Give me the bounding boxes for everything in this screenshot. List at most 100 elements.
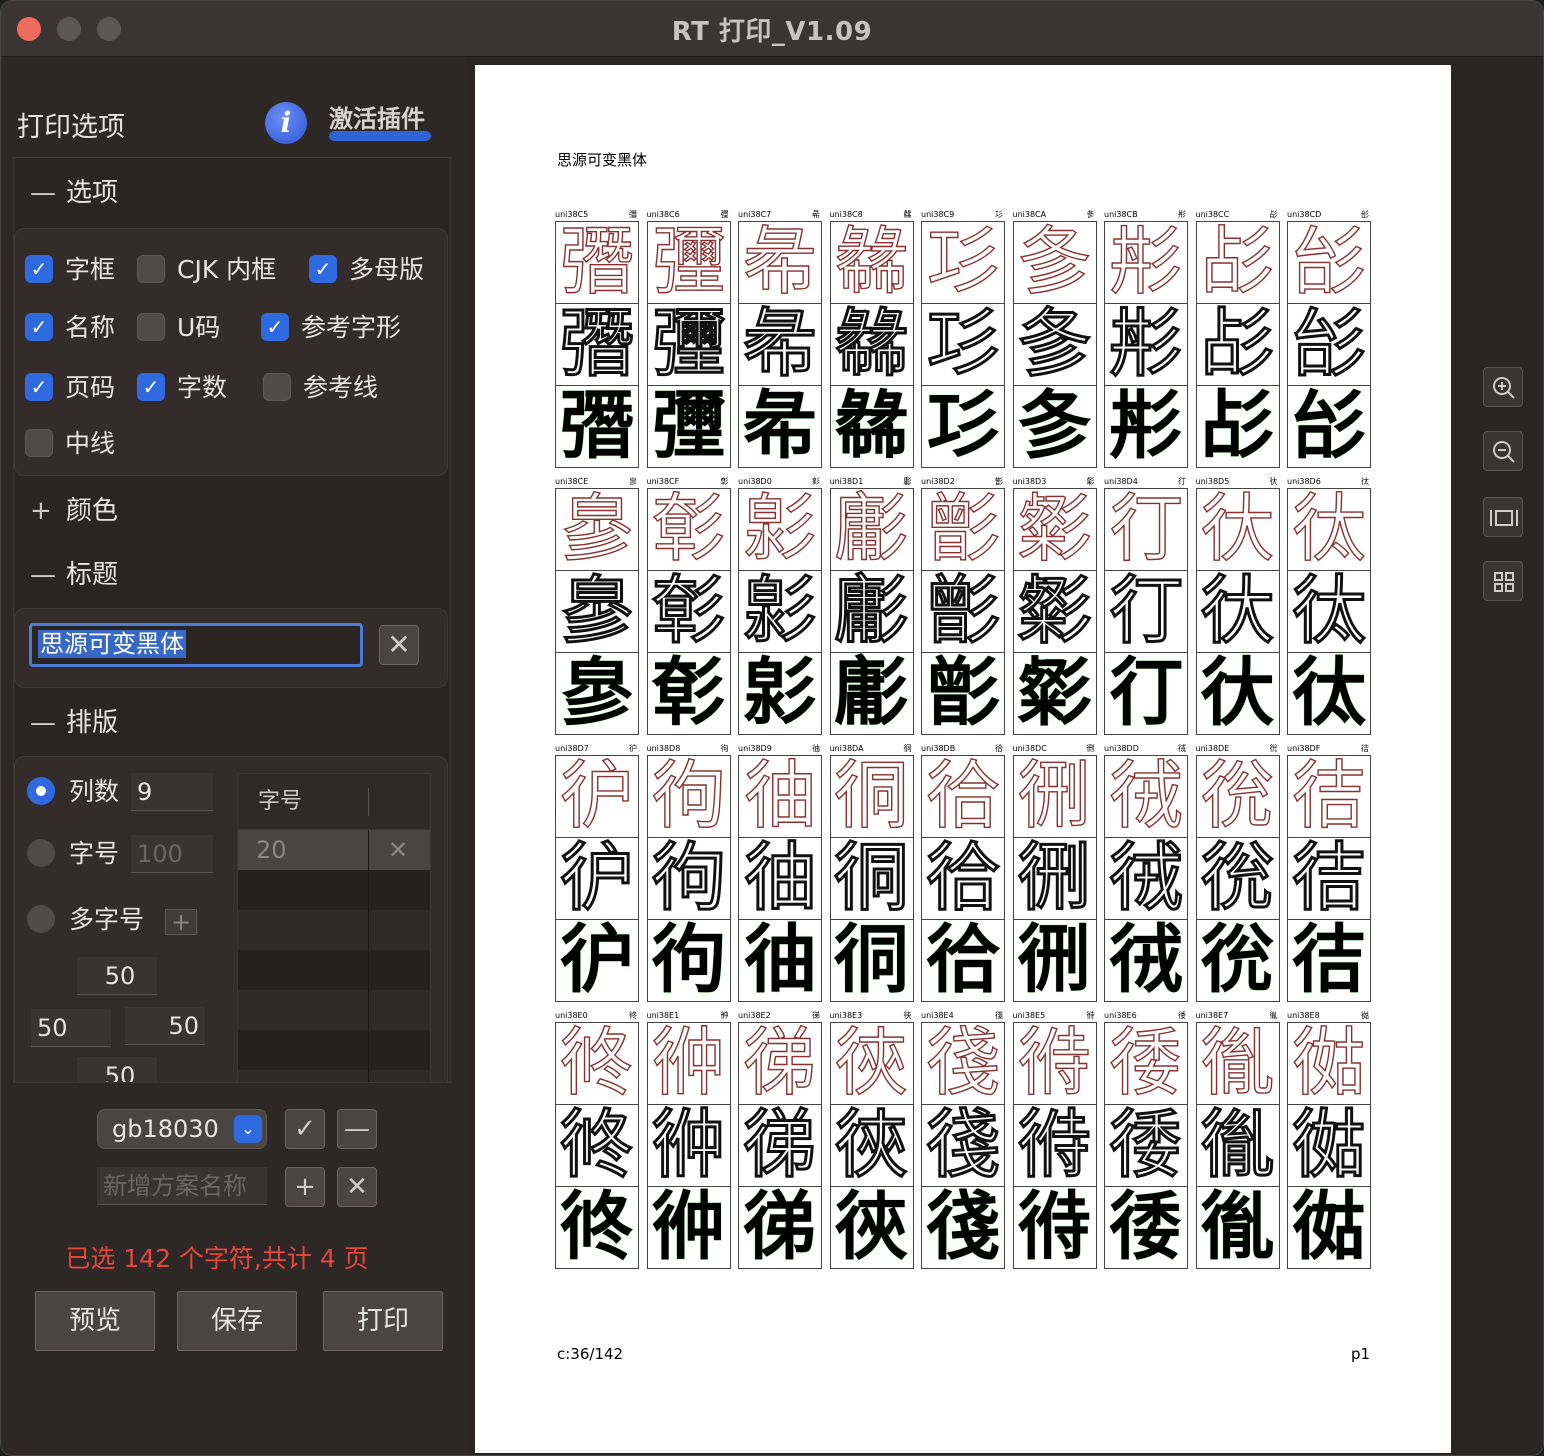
add-preset-button[interactable]: + — [285, 1167, 325, 1207]
glyph-char-small: 㣛 — [995, 744, 1003, 753]
glyph-code: uni38C9 — [921, 210, 955, 219]
glyph-regular-master: 㣋 — [1104, 303, 1188, 386]
checkbox-option[interactable]: ✓ 名称 — [25, 311, 115, 345]
glyph-cell: uni38C8 㣈㣈㣈㣈 — [829, 209, 914, 471]
radio-multi-size[interactable]: 多字号 — [27, 903, 144, 937]
glyph-light-master: 㣟 — [1287, 755, 1371, 838]
checkbox-option[interactable]: ✓ 页码 — [25, 371, 115, 405]
preset-select[interactable]: gb18030 ⌄ — [97, 1109, 267, 1149]
glyph-label: uni38E6 㣦 — [1104, 1010, 1188, 1022]
glyph-code: uni38D3 — [1012, 477, 1047, 486]
fit-width-icon[interactable] — [1483, 497, 1523, 537]
title-input[interactable]: 思源可变黑体 — [29, 623, 363, 667]
glyph-label: uni38CA 㣊 — [1013, 209, 1097, 221]
delete-preset-button[interactable]: ✕ — [337, 1167, 377, 1207]
radio-columns[interactable]: 列数 — [27, 775, 119, 809]
checkbox-option[interactable]: ✓ 参考字形 — [261, 311, 401, 345]
activate-plugin-link[interactable]: 激活插件 — [329, 99, 425, 134]
glyph-cell: uni38DE 㣞㣞㣞㣞 — [1195, 743, 1280, 1005]
glyph-char-small: 㣆 — [720, 210, 729, 219]
margin-left-input[interactable]: 50 — [31, 1009, 111, 1047]
page-number: p1 — [1351, 1345, 1371, 1363]
glyph-regular-master: 㣚 — [829, 837, 914, 920]
panel-header: 打印选项 — [17, 112, 125, 143]
glyph-label: uni38C6 㣆 — [647, 209, 731, 221]
margin-top-input[interactable]: 50 — [77, 957, 157, 995]
checkbox-option[interactable]: U码 — [137, 311, 220, 345]
glyph-cell: uni38CD 㣍㣍㣍㣍 — [1287, 209, 1371, 471]
size-table-header: 字号 — [238, 774, 430, 830]
grid-view-icon[interactable] — [1483, 561, 1523, 601]
glyph-bold-master: 㣛 — [921, 919, 1005, 1002]
checkbox-option[interactable]: ✓ 字框 — [25, 253, 115, 287]
glyph-code: uni38C8 — [829, 210, 863, 219]
preview-button[interactable]: 预览 — [35, 1291, 155, 1351]
checkbox-label: 字框 — [65, 255, 116, 284]
glyph-char-small: 㣍 — [1361, 210, 1369, 219]
glyph-light-master: 㣑 — [829, 488, 914, 571]
new-preset-name-input[interactable]: 新增方案名称 — [97, 1167, 267, 1205]
glyph-light-master: 㣒 — [921, 488, 1005, 571]
remove-size-icon[interactable]: ✕ — [388, 830, 408, 870]
glyph-char-small: 㣉 — [995, 210, 1003, 219]
glyph-code: uni38CE — [555, 477, 589, 486]
glyph-bold-master: 㣤 — [921, 1186, 1005, 1269]
glyph-regular-master: 㣖 — [1287, 570, 1371, 653]
glyph-char-small: 㣦 — [1178, 1011, 1186, 1020]
font-size-input[interactable]: 100 — [131, 835, 213, 873]
options-scroll-area[interactable]: — 选项 ✓ 字框 CJK 内框 ✓ 多母版 ✓ 名称 U码 ✓ 参考字形 ✓ 页码 ✓ 字数 参考线 中线 +… — [13, 157, 451, 1083]
glyph-label: uni38E7 㣧 — [1196, 1010, 1280, 1022]
checkbox-option[interactable]: ✓ 多母版 — [309, 253, 424, 287]
glyph-char-small: 㣏 — [720, 477, 729, 486]
section-title-header[interactable]: — 标题 — [14, 542, 450, 608]
glyph-label: uni38CB 㣋 — [1104, 209, 1188, 221]
glyph-code: uni38E6 — [1104, 1011, 1137, 1020]
checkbox-option[interactable]: 中线 — [25, 427, 115, 461]
zoom-out-icon[interactable] — [1483, 431, 1523, 471]
radio-dot — [27, 777, 55, 805]
glyph-bold-master: 㣝 — [1104, 919, 1188, 1002]
print-button[interactable]: 打印 — [323, 1291, 443, 1351]
print-preview-page[interactable]: 思源可变黑体 uni38C5 㣅㣅㣅㣅 uni38C6 㣆㣆㣆㣆 uni38C7 㣇㣇㣇㣇… — [475, 65, 1451, 1453]
glyph-cell: uni38D2 㣒㣒㣒㣒 — [921, 476, 1005, 738]
confirm-preset-button[interactable]: ✓ — [285, 1109, 325, 1149]
remove-preset-button[interactable]: — — [337, 1109, 377, 1149]
glyph-code: uni38E8 — [1287, 1011, 1320, 1020]
glyph-cell: uni38CB 㣋㣋㣋㣋 — [1104, 209, 1188, 471]
glyph-bold-master: 㣏 — [646, 652, 731, 735]
glyph-light-master: 㣣 — [829, 1022, 914, 1105]
clear-title-button[interactable]: ✕ — [379, 625, 419, 665]
page-title: 思源可变黑体 — [557, 151, 648, 169]
section-color-header[interactable]: + 颜色 — [14, 478, 450, 544]
glyph-char-small: 㣊 — [1086, 210, 1095, 219]
checked-icon: ✓ — [261, 313, 289, 341]
glyph-regular-master: 㣘 — [646, 837, 731, 920]
zoom-in-icon[interactable] — [1483, 367, 1523, 407]
radio-font-size[interactable]: 字号 — [27, 837, 119, 871]
margin-right-input[interactable]: 50 — [125, 1007, 205, 1045]
add-size-button[interactable]: + — [165, 909, 197, 935]
glyph-regular-master: 㣗 — [555, 837, 639, 920]
glyph-cell: uni38E0 㣠㣠㣠㣠 — [555, 1010, 639, 1272]
margin-bottom-input[interactable]: 50 — [77, 1057, 157, 1082]
checkbox-option[interactable]: 参考线 — [263, 371, 378, 405]
checkbox-option[interactable]: ✓ 字数 — [137, 371, 227, 405]
checkbox-option[interactable]: CJK 内框 — [137, 253, 276, 287]
info-icon[interactable]: i — [265, 102, 307, 144]
section-layout-header[interactable]: — 排版 — [14, 690, 450, 756]
glyph-code: uni38E0 — [555, 1011, 588, 1020]
glyph-char-small: 㣝 — [1178, 744, 1186, 753]
glyph-label: uni38CF 㣏 — [647, 476, 731, 488]
glyph-char-small: 㣤 — [995, 1011, 1003, 1020]
glyph-regular-master: 㣕 — [1195, 570, 1280, 653]
table-row-empty — [238, 1030, 430, 1070]
glyph-light-master: 㣤 — [921, 1022, 1005, 1105]
save-button[interactable]: 保存 — [177, 1291, 297, 1351]
glyph-cell: uni38D6 㣖㣖㣖㣖 — [1287, 476, 1371, 738]
section-options-header[interactable]: — 选项 — [14, 160, 450, 226]
print-options-panel: 打印选项 i 激活插件 — 选项 ✓ 字框 CJK 内框 ✓ 多母版 ✓ 名称 U码 ✓ 参考字形 ✓… — [1, 57, 467, 1455]
glyph-light-master: 㣕 — [1195, 488, 1280, 571]
glyph-regular-master: 㣡 — [646, 1104, 731, 1187]
table-row[interactable]: 20 ✕ — [238, 830, 430, 870]
columns-input[interactable]: 9 — [131, 773, 213, 811]
